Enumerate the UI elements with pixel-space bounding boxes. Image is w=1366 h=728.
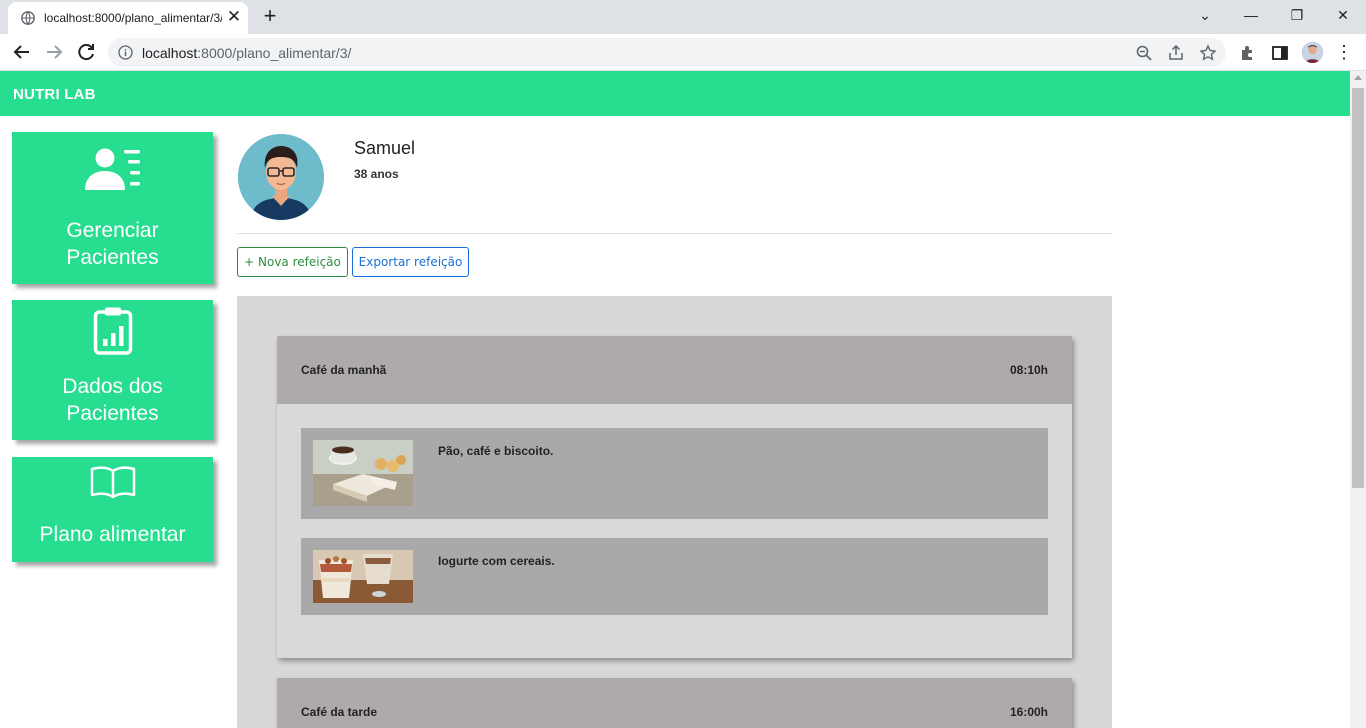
scroll-up-icon[interactable] xyxy=(1354,75,1362,80)
clipboard-chart-icon xyxy=(93,307,133,355)
sidebar-item-gerenciar-pacientes[interactable]: Gerenciar Pacientes xyxy=(12,132,213,284)
patient-age: 38 anos xyxy=(354,167,399,181)
sidebar-item-label: Dados dos xyxy=(62,375,163,398)
browser-tab[interactable]: localhost:8000/plano_alimentar/3/ ✕ xyxy=(8,2,248,34)
meal-header: Café da tarde 16:00h xyxy=(277,678,1072,728)
close-window-icon[interactable]: ✕ xyxy=(1320,0,1366,30)
patient-name: Samuel xyxy=(354,138,416,158)
sidebar-item-label: Pacientes xyxy=(66,246,159,269)
meal-card: Café da manhã 08:10h Pão, café e biscoit… xyxy=(277,336,1072,658)
tab-title: localhost:8000/plano_alimentar/3/ xyxy=(44,11,222,25)
meal-title: Café da tarde xyxy=(301,705,378,719)
browser-tab-strip: localhost:8000/plano_alimentar/3/ ✕ + ⌄ … xyxy=(0,0,1366,34)
zoom-icon[interactable] xyxy=(1135,44,1153,62)
new-tab-icon[interactable]: + xyxy=(260,4,280,28)
back-icon[interactable] xyxy=(8,38,36,66)
meal-time: 16:00h xyxy=(1009,705,1048,719)
close-tab-icon[interactable]: ✕ xyxy=(225,8,243,26)
food-name: Pão, café e biscoito. xyxy=(438,444,554,458)
open-book-icon xyxy=(90,466,136,499)
page-scrollbar[interactable] xyxy=(1350,71,1366,728)
food-name: Iogurte com cereais. xyxy=(438,554,555,568)
profile-avatar[interactable] xyxy=(1302,42,1323,63)
food-image-bread-coffee xyxy=(313,440,413,506)
address-bar[interactable]: localhost:8000/plano_alimentar/3/ xyxy=(108,38,1226,67)
scrollbar-thumb[interactable] xyxy=(1352,88,1364,488)
food-item: Pão, café e biscoito. xyxy=(301,428,1048,519)
patients-list-icon xyxy=(85,148,140,190)
meal-time: 08:10h xyxy=(1009,363,1048,377)
export-meal-button[interactable]: Exportar refeição xyxy=(352,247,469,277)
browser-menu-icon[interactable]: ⋮ xyxy=(1334,42,1354,62)
share-icon[interactable] xyxy=(1167,44,1185,62)
sidebar-item-label: Plano alimentar xyxy=(39,523,186,546)
sidebar-item-label: Gerenciar xyxy=(66,219,159,242)
minimize-icon[interactable]: — xyxy=(1228,0,1274,30)
extensions-icon[interactable] xyxy=(1238,43,1258,63)
new-meal-button[interactable]: + Nova refeição xyxy=(237,247,348,277)
url-text: localhost:8000/plano_alimentar/3/ xyxy=(142,45,352,61)
sidebar-item-dados-pacientes[interactable]: Dados dos Pacientes xyxy=(12,300,213,440)
page-viewport: NUTRI LAB Gerenciar Pacientes Dados dos … xyxy=(0,71,1350,728)
patient-avatar xyxy=(238,134,324,220)
forward-icon[interactable] xyxy=(40,38,68,66)
meal-header: Café da manhã 08:10h xyxy=(277,336,1072,404)
food-item: Iogurte com cereais. xyxy=(301,538,1048,615)
divider xyxy=(237,233,1112,234)
side-panel-icon[interactable] xyxy=(1270,43,1290,63)
restore-icon[interactable]: ❐ xyxy=(1274,0,1320,30)
sidebar-item-label: Pacientes xyxy=(66,402,159,425)
browser-toolbar: localhost:8000/plano_alimentar/3/ ⋮ xyxy=(0,34,1366,71)
brand-logo[interactable]: NUTRI LAB xyxy=(13,86,96,103)
globe-icon xyxy=(21,11,35,25)
food-image-yogurt-cereal xyxy=(313,550,413,603)
site-info-icon[interactable] xyxy=(118,45,133,60)
meal-card: Café da tarde 16:00h xyxy=(277,678,1072,728)
bookmark-star-icon[interactable] xyxy=(1199,44,1217,62)
meal-title: Café da manhã xyxy=(301,363,387,377)
sidebar-item-plano-alimentar[interactable]: Plano alimentar xyxy=(12,457,213,562)
top-navbar: NUTRI LAB xyxy=(0,71,1350,116)
reload-icon[interactable] xyxy=(72,38,100,66)
tab-search-icon[interactable]: ⌄ xyxy=(1182,0,1228,30)
